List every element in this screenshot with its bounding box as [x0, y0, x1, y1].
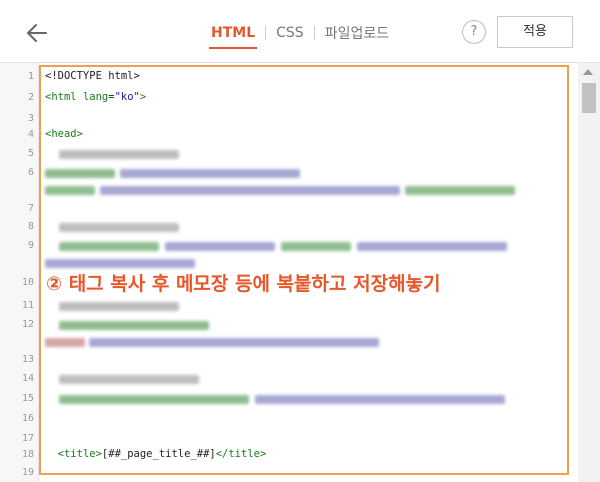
tab-divider [265, 26, 267, 40]
line-number: 10 [21, 277, 34, 288]
code-line-head-open: <head> [45, 128, 83, 140]
code-line-title: <title>[##_page_title_##]</title> [45, 448, 267, 460]
arrow-left-icon [27, 24, 47, 42]
line-number: 15 [21, 393, 34, 404]
line-number-gutter: 1 2 3 4 5 6 7 8 9 10 11 12 13 14 15 16 1… [0, 63, 39, 482]
line-number: 4 [27, 129, 34, 140]
scroll-up-arrow-icon[interactable] [583, 69, 593, 75]
code-token: <html [45, 91, 83, 103]
line-number: 2 [27, 92, 34, 103]
line-number: 1 [27, 71, 34, 82]
line-number: 11 [21, 300, 34, 311]
code-token: <title> [57, 448, 102, 460]
tab-file-upload[interactable]: 파일업로드 [319, 23, 395, 43]
line-number: 18 [21, 449, 34, 460]
toolbar: HTML CSS 파일업로드 ? 적용 [0, 0, 600, 62]
code-line-doctype: <!DOCTYPE html> [45, 70, 140, 82]
annotation-text: ② 태그 복사 후 메모장 등에 복붙하고 저장해놓기 [46, 273, 441, 295]
help-button[interactable]: ? [462, 20, 486, 44]
code-token: [##_page_title_##] [101, 448, 216, 460]
code-token: lang [82, 91, 109, 103]
line-number: 16 [21, 413, 34, 424]
code-token: </title> [215, 448, 267, 460]
line-number: 17 [21, 433, 34, 444]
line-number: 13 [21, 354, 34, 365]
apply-button[interactable]: 적용 [497, 16, 573, 48]
tab-html[interactable]: HTML [205, 25, 261, 49]
line-number: 9 [27, 240, 34, 251]
back-button[interactable] [22, 18, 52, 48]
code-token: > [139, 91, 147, 103]
code-line-html-open: <html lang="ko"> [45, 91, 146, 103]
tab-css[interactable]: CSS [270, 25, 310, 41]
line-number: 5 [27, 148, 34, 159]
line-number: 19 [21, 467, 34, 478]
line-number: 7 [27, 203, 34, 214]
line-number: 12 [21, 319, 34, 330]
line-number: 3 [27, 113, 34, 124]
scrollbar-thumb[interactable] [582, 83, 596, 113]
line-number: 8 [27, 221, 34, 232]
code-token: "ko" [114, 91, 140, 103]
tab-divider [313, 26, 315, 40]
vertical-scrollbar[interactable] [578, 63, 600, 482]
editor-tabs: HTML CSS 파일업로드 [205, 22, 395, 49]
line-number: 6 [27, 167, 34, 178]
line-number: 14 [21, 373, 34, 384]
